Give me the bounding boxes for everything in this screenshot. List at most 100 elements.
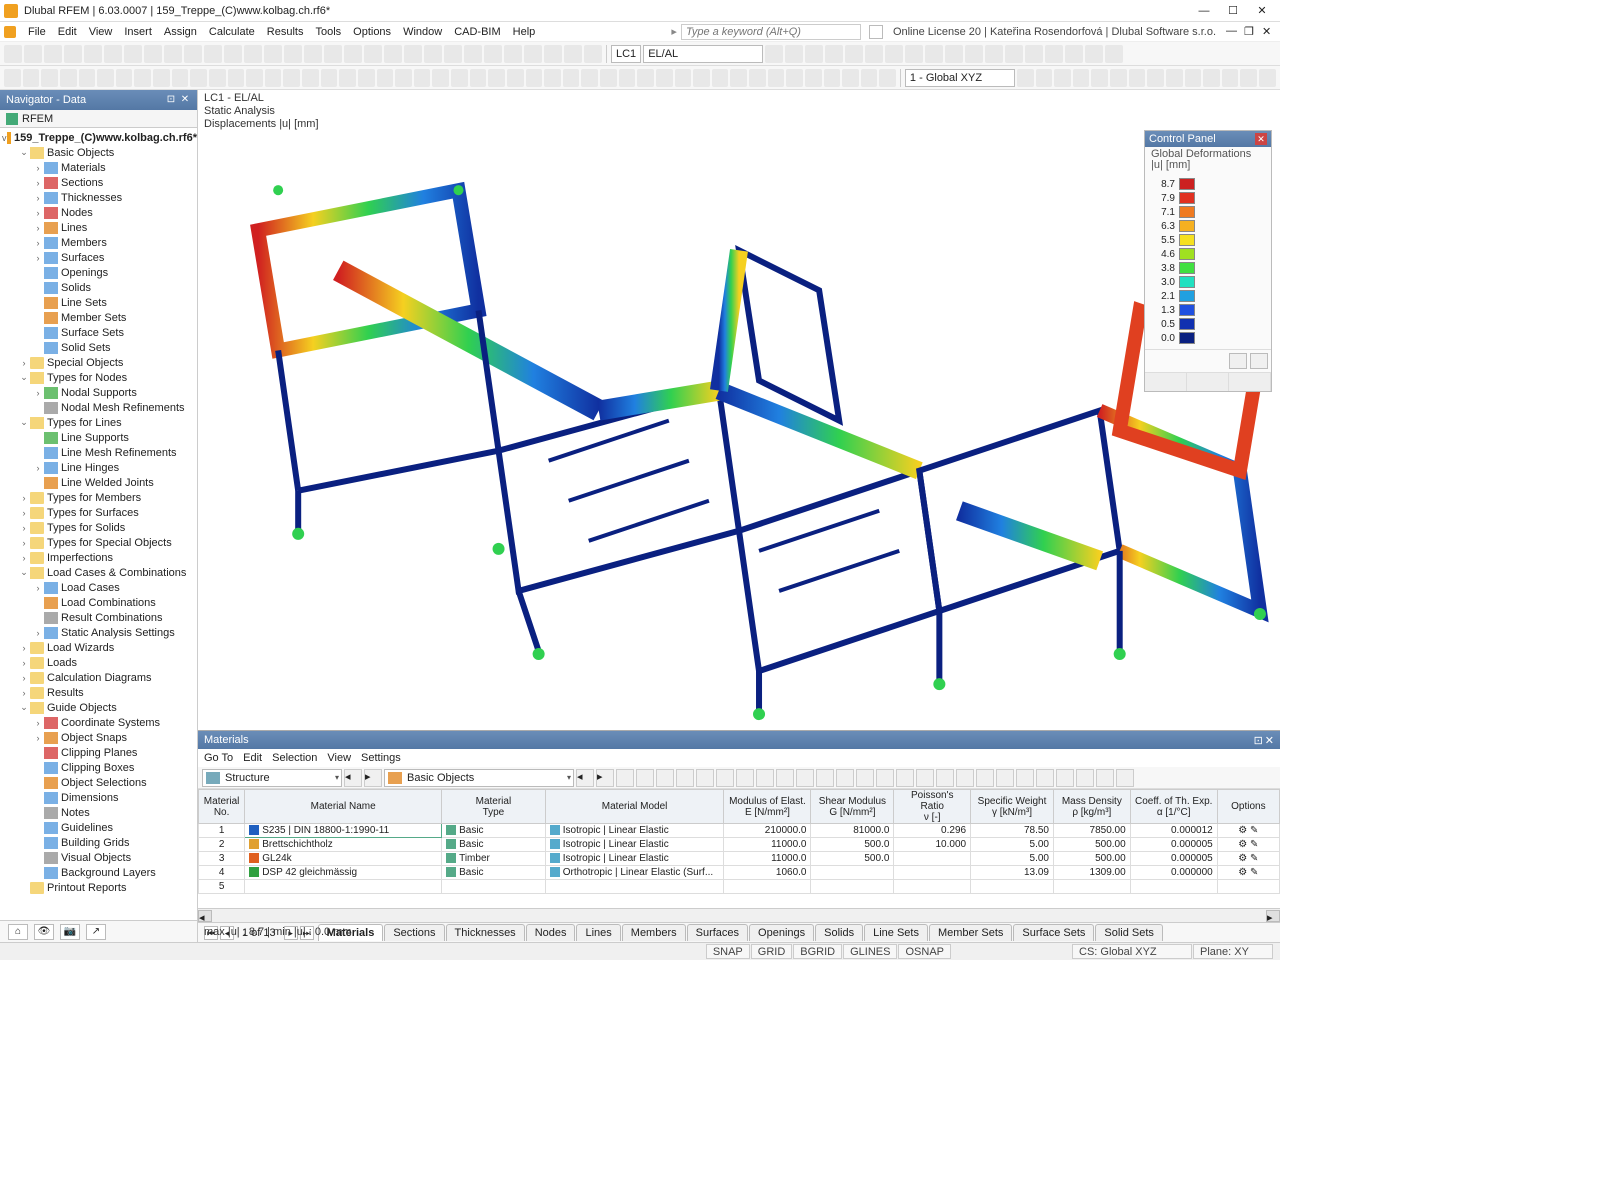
table-row[interactable]: 1S235 | DIN 18800-1:1990-11BasicIsotropi… — [199, 824, 1280, 838]
toolbar-button[interactable] — [321, 69, 338, 87]
mat-toolbar-button[interactable] — [816, 769, 834, 787]
menu-cad-bim[interactable]: CAD-BIM — [448, 24, 506, 40]
toolbar-button[interactable] — [825, 45, 843, 63]
toolbar-button[interactable] — [4, 69, 21, 87]
tree-node[interactable]: ›Types for Surfaces — [0, 505, 197, 520]
tree-node[interactable]: Nodal Mesh Refinements — [0, 400, 197, 415]
toolbar-button[interactable] — [1259, 69, 1276, 87]
mat-toolbar-button[interactable] — [1076, 769, 1094, 787]
mat-menu-selection[interactable]: Selection — [272, 752, 317, 764]
toolbar-button[interactable] — [712, 69, 729, 87]
toolbar-button[interactable] — [730, 69, 747, 87]
tree-node[interactable]: ›Imperfections — [0, 550, 197, 565]
toolbar-button[interactable] — [64, 45, 82, 63]
toolbar-button[interactable] — [172, 69, 189, 87]
tree-node[interactable]: ›Coordinate Systems — [0, 715, 197, 730]
tree-node[interactable]: ⌄Load Cases & Combinations — [0, 565, 197, 580]
menu-options[interactable]: Options — [347, 24, 397, 40]
mat-toolbar-button[interactable] — [656, 769, 674, 787]
pin-icon[interactable]: ⊡ — [165, 94, 177, 106]
toolbar-button[interactable] — [544, 45, 562, 63]
close-button[interactable]: ✕ — [1248, 1, 1276, 21]
toolbar-button[interactable] — [464, 45, 482, 63]
toolbar-button[interactable] — [339, 69, 356, 87]
mat-tab-line-sets[interactable]: Line Sets — [864, 924, 928, 941]
viewport[interactable]: LC1 - EL/AL Static Analysis Displacement… — [198, 90, 1280, 942]
tree-node[interactable]: ›Surfaces — [0, 250, 197, 265]
toolbar-button[interactable] — [526, 69, 543, 87]
toolbar-button[interactable] — [246, 69, 263, 87]
toolbar-button[interactable] — [1065, 45, 1083, 63]
menu-insert[interactable]: Insert — [118, 24, 158, 40]
menu-tools[interactable]: Tools — [309, 24, 347, 40]
toolbar-button[interactable] — [1085, 45, 1103, 63]
toolbar-button[interactable] — [265, 69, 282, 87]
cp-tab-1[interactable] — [1145, 373, 1187, 391]
toolbar-button[interactable] — [765, 45, 783, 63]
toolbar-button[interactable] — [164, 45, 182, 63]
mat-toolbar-button[interactable] — [1056, 769, 1074, 787]
toolbar-button[interactable] — [44, 45, 62, 63]
toolbar-button[interactable] — [1054, 69, 1071, 87]
basicobjects-combo[interactable]: Basic Objects▾ — [384, 769, 574, 787]
toolbar-button[interactable] — [358, 69, 375, 87]
toolbar-button[interactable] — [190, 69, 207, 87]
menu-help[interactable]: Help — [507, 24, 542, 40]
structure-combo[interactable]: Structure▾ — [202, 769, 342, 787]
navigator-root-tab[interactable]: RFEM — [0, 110, 197, 128]
tree-file-node[interactable]: v159_Treppe_(C)www.kolbag.ch.rf6* — [0, 130, 197, 145]
mat-tab-surfaces[interactable]: Surfaces — [687, 924, 748, 941]
toolbar-button[interactable] — [786, 69, 803, 87]
mat-toolbar-button[interactable] — [916, 769, 934, 787]
tree-node[interactable]: Background Layers — [0, 865, 197, 880]
toolbar-button[interactable] — [1073, 69, 1090, 87]
tree-node[interactable]: ›Line Hinges — [0, 460, 197, 475]
toolbar-button[interactable] — [414, 69, 431, 87]
mdi-restore-icon[interactable]: ❐ — [1244, 25, 1258, 39]
toolbar-button[interactable] — [842, 69, 859, 87]
toolbar-button[interactable] — [116, 69, 133, 87]
toolbar-button[interactable] — [79, 69, 96, 87]
toolbar-button[interactable] — [97, 69, 114, 87]
toolbar-button[interactable] — [1005, 45, 1023, 63]
tree-node[interactable]: ›Results — [0, 685, 197, 700]
table-row[interactable]: 2BrettschichtholzBasicIsotropic | Linear… — [199, 838, 1280, 852]
menu-window[interactable]: Window — [397, 24, 448, 40]
mat-toolbar-button[interactable] — [1036, 769, 1054, 787]
toolbar-button[interactable] — [209, 69, 226, 87]
toolbar-button[interactable] — [304, 45, 322, 63]
toolbar-button[interactable] — [204, 45, 222, 63]
toolbar-button[interactable] — [1147, 69, 1164, 87]
tree-node[interactable]: ›Loads — [0, 655, 197, 670]
minimize-button[interactable]: — — [1190, 1, 1218, 21]
menu-view[interactable]: View — [83, 24, 119, 40]
nav-close-icon[interactable]: ✕ — [179, 94, 191, 106]
toolbar-button[interactable] — [1036, 69, 1053, 87]
tree-node[interactable]: ›Nodes — [0, 205, 197, 220]
tree-node[interactable]: ›Lines — [0, 220, 197, 235]
nav-action-4[interactable]: ↗ — [86, 924, 106, 940]
tree-node[interactable]: Dimensions — [0, 790, 197, 805]
tree-node[interactable]: ›Load Wizards — [0, 640, 197, 655]
toolbar-button[interactable] — [124, 45, 142, 63]
tree-node[interactable]: ›Calculation Diagrams — [0, 670, 197, 685]
mat-tb-prev[interactable]: ◂ — [344, 769, 362, 787]
status-glines[interactable]: GLINES — [843, 944, 897, 959]
toolbar-button[interactable] — [581, 69, 598, 87]
toolbar-button[interactable] — [1091, 69, 1108, 87]
tree-node[interactable]: Visual Objects — [0, 850, 197, 865]
toolbar-button[interactable] — [344, 45, 362, 63]
toolbar-button[interactable] — [865, 45, 883, 63]
mat-tb-prev2[interactable]: ◂ — [576, 769, 594, 787]
toolbar-button[interactable] — [564, 45, 582, 63]
toolbar-button[interactable] — [1045, 45, 1063, 63]
tree-node[interactable]: ›Types for Members — [0, 490, 197, 505]
elal-combo[interactable]: EL/AL — [643, 45, 763, 63]
viewport-canvas[interactable]: Control Panel✕ Global Deformations|u| [m… — [198, 90, 1280, 730]
mat-tb-next[interactable]: ▸ — [364, 769, 382, 787]
tree-node[interactable]: Line Mesh Refinements — [0, 445, 197, 460]
tree-node[interactable]: ⌄Types for Nodes — [0, 370, 197, 385]
toolbar-button[interactable] — [805, 69, 822, 87]
tree-node[interactable]: Object Selections — [0, 775, 197, 790]
toolbar-button[interactable] — [805, 45, 823, 63]
